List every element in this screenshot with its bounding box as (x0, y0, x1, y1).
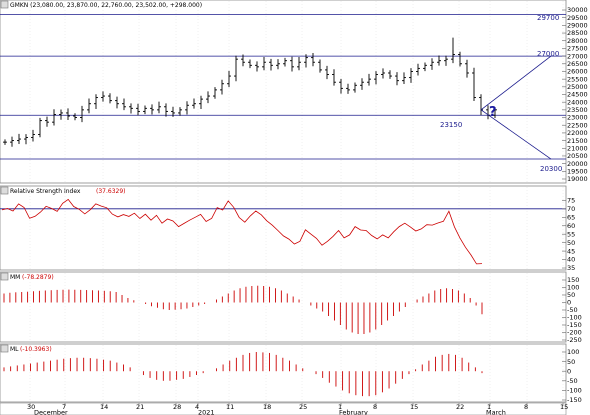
ml-y-tick: -150 (567, 396, 582, 404)
rsi-y-tick: 60 (567, 222, 575, 230)
x-month-label: February (339, 409, 368, 415)
mm-y-tick: -250 (567, 336, 582, 344)
question-mark-annotation: ? (489, 105, 497, 120)
rsi-y-tick: 45 (567, 247, 575, 255)
x-tick-label: 8 (524, 403, 528, 411)
mm-header-label: MM (10, 274, 20, 281)
mm-header-value: (-78.2879) (22, 274, 54, 281)
rsi-y-tick: 75 (567, 197, 575, 205)
price-panel-frame (0, 0, 567, 184)
level-23150-label: 23150 (440, 121, 462, 129)
rsi-y-tick: 35 (567, 264, 575, 272)
panel-menu-icon[interactable] (0, 344, 9, 353)
x-tick-label: 18 (263, 403, 271, 411)
ml-panel: ML (-10.3963) 100 500 -50 -100-150 (0, 343, 582, 404)
panel-menu-icon[interactable] (0, 0, 9, 9)
ml-header-value: (-10.3963) (20, 346, 52, 353)
x-axis: 30 7 14 21 28 4 11 18 25 1 8 15 22 1 8 15 December 2021 F… (0, 402, 568, 415)
ml-y-tick: -100 (567, 387, 582, 395)
panel-menu-icon[interactable] (0, 186, 9, 195)
x-month-label: December (34, 409, 68, 415)
x-tick-label: 15 (560, 403, 568, 411)
level-29700-label: 29700 (537, 14, 559, 22)
x-tick-label: 22 (456, 403, 464, 411)
rsi-header-label: Relative Strength Index (10, 188, 81, 195)
rsi-y-tick: 70 (567, 205, 575, 213)
rsi-panel-frame (0, 185, 567, 271)
rsi-y-tick: 40 (567, 256, 575, 264)
x-tick-label: 8 (373, 403, 377, 411)
rsi-y-tick: 50 (567, 239, 575, 247)
mm-panel-frame (0, 271, 567, 343)
price-y-tick: 19000 (567, 175, 588, 183)
chart-window: GMKN (23,080.00, 23,870.00, 22,760.00, 2… (0, 0, 590, 415)
x-tick-label: 21 (136, 403, 144, 411)
price-panel: GMKN (23,080.00, 23,870.00, 22,760.00, 2… (0, 0, 588, 184)
price-header: GMKN (23,080.00, 23,870.00, 22,760.00, 2… (10, 2, 202, 9)
rsi-y-tick: 55 (567, 230, 575, 238)
level-20300-label: 20300 (540, 165, 562, 173)
panel-menu-icon[interactable] (0, 272, 9, 281)
x-month-label: March (486, 409, 506, 415)
x-tick-label: 11 (226, 403, 234, 411)
x-axis-frame (0, 402, 567, 415)
chart-canvas: GMKN (23,080.00, 23,870.00, 22,760.00, 2… (0, 0, 588, 415)
rsi-y-tick: 65 (567, 213, 575, 221)
level-27000-label: 27000 (537, 50, 559, 58)
x-month-label: 2021 (198, 409, 215, 415)
x-tick-label: 28 (173, 403, 181, 411)
ml-y-tick: -50 (567, 377, 578, 385)
rsi-header-value: (37.6329) (96, 188, 126, 195)
ml-y-tick: 100 (567, 348, 579, 356)
ml-header-label: ML (10, 346, 19, 353)
x-tick-label: 14 (100, 403, 108, 411)
rsi-panel: Relative Strength Index (37.6329) 757065… (0, 185, 575, 272)
ml-y-tick: 50 (567, 358, 575, 366)
ml-panel-frame (0, 343, 567, 403)
x-tick-label: 15 (410, 403, 418, 411)
ml-y-tick: 0 (567, 367, 571, 375)
x-tick-label: 25 (299, 403, 307, 411)
mm-panel: MM (-78.2879) 150100500-50-100-150-200-2… (0, 271, 582, 344)
